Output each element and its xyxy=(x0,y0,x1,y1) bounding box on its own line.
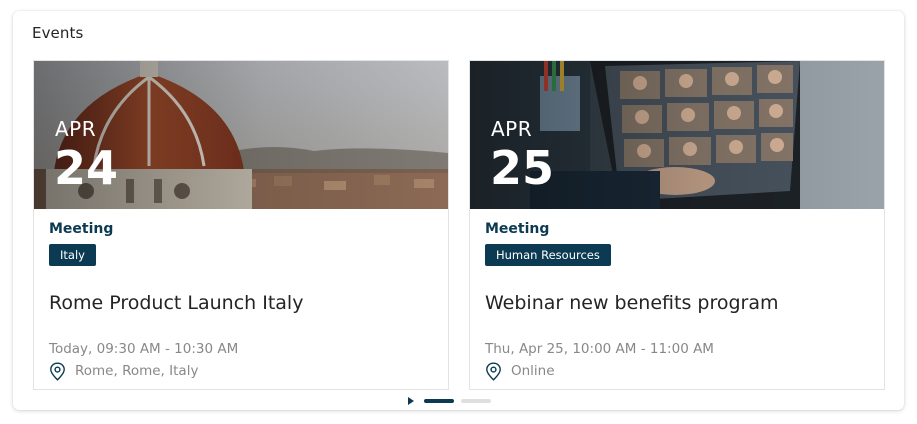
event-category-tag[interactable]: Italy xyxy=(49,244,96,266)
event-category-tag[interactable]: Human Resources xyxy=(485,244,611,266)
event-day: 25 xyxy=(490,141,555,195)
event-time: Thu, Apr 25, 10:00 AM - 11:00 AM xyxy=(485,341,714,357)
page-indicator-1[interactable] xyxy=(424,399,454,403)
carousel-pager xyxy=(408,395,491,407)
event-month: APR xyxy=(55,117,97,141)
event-location: Online xyxy=(485,361,555,381)
webpart-title: Events xyxy=(32,24,84,42)
event-card[interactable]: APR 24 Meeting Italy Rome Product Launch… xyxy=(33,60,449,390)
event-month: APR xyxy=(491,117,533,141)
event-image: APR 24 xyxy=(34,61,448,209)
location-pin-icon xyxy=(50,361,65,381)
event-type: Meeting xyxy=(49,221,114,237)
play-icon[interactable] xyxy=(408,397,414,405)
event-location-text: Rome, Rome, Italy xyxy=(75,363,199,379)
event-day: 24 xyxy=(54,141,119,195)
event-card[interactable]: APR 25 Meeting Human Resources Webinar n… xyxy=(469,60,885,390)
event-location: Rome, Rome, Italy xyxy=(49,361,198,381)
page-indicator-2[interactable] xyxy=(461,399,491,403)
event-location-text: Online xyxy=(511,363,555,379)
event-title[interactable]: Rome Product Launch Italy xyxy=(49,292,303,314)
event-title[interactable]: Webinar new benefits program xyxy=(485,292,779,314)
location-pin-icon xyxy=(486,361,501,381)
event-type: Meeting xyxy=(485,221,550,237)
event-time: Today, 09:30 AM - 10:30 AM xyxy=(49,341,239,357)
event-image: APR 25 xyxy=(470,61,884,209)
events-webpart: Events APR 24 Meeting Italy Rome Product… xyxy=(13,11,904,410)
